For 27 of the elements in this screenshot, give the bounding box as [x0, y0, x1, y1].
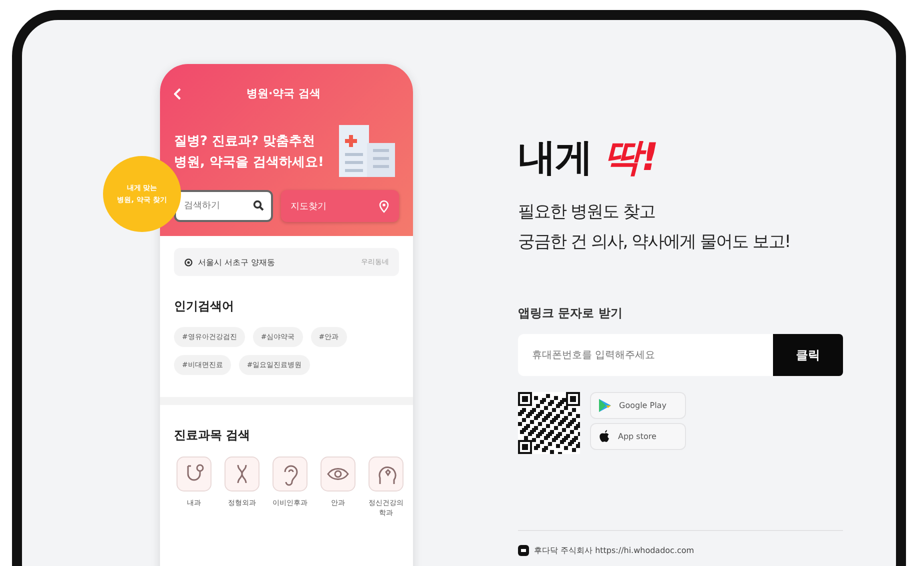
- map-pin-icon: [379, 200, 389, 212]
- stethoscope-icon[interactable]: [176, 456, 212, 492]
- location-text: 서울시 서초구 양재동: [198, 256, 276, 268]
- play-triangle-icon: [599, 399, 611, 412]
- store-button[interactable]: App store: [590, 423, 686, 450]
- search-field[interactable]: 검색하기: [174, 190, 272, 222]
- search-icon: [252, 200, 264, 211]
- screen-title: 병원·약국 검색: [245, 86, 322, 101]
- eye-icon[interactable]: [320, 456, 356, 492]
- qr-code-icon: [518, 392, 580, 454]
- phone-number-field[interactable]: 휴대폰번호를 입력해주세요: [518, 334, 773, 376]
- send-button[interactable]: 클릭: [773, 334, 843, 376]
- section-title: 진료과목 검색: [174, 427, 252, 444]
- head-icon[interactable]: [368, 456, 404, 492]
- ear-icon[interactable]: [272, 456, 308, 492]
- logo-icon: [518, 545, 529, 556]
- hero-subtitle: 필요한 병원도 찾고 궁금한 건 의사, 약사에게 물어도 보고!: [518, 201, 792, 254]
- target-icon: [184, 258, 193, 266]
- store-button[interactable]: Google Play: [590, 392, 686, 419]
- headline: 질병? 진료과? 맞춤추천 병원, 약국을 검색하세요!: [174, 133, 324, 172]
- joint-icon[interactable]: [224, 456, 260, 492]
- back-icon[interactable]: [174, 88, 182, 100]
- sms-label: 앱링크 문자로 받기: [518, 305, 624, 322]
- hero-title: 내게 딱!: [518, 134, 659, 181]
- footer-text: 후다닥 주식회사 https://hi.whodadoc.com: [534, 545, 694, 556]
- apple-icon: [599, 430, 610, 443]
- section-title: 인기검색어: [174, 298, 235, 315]
